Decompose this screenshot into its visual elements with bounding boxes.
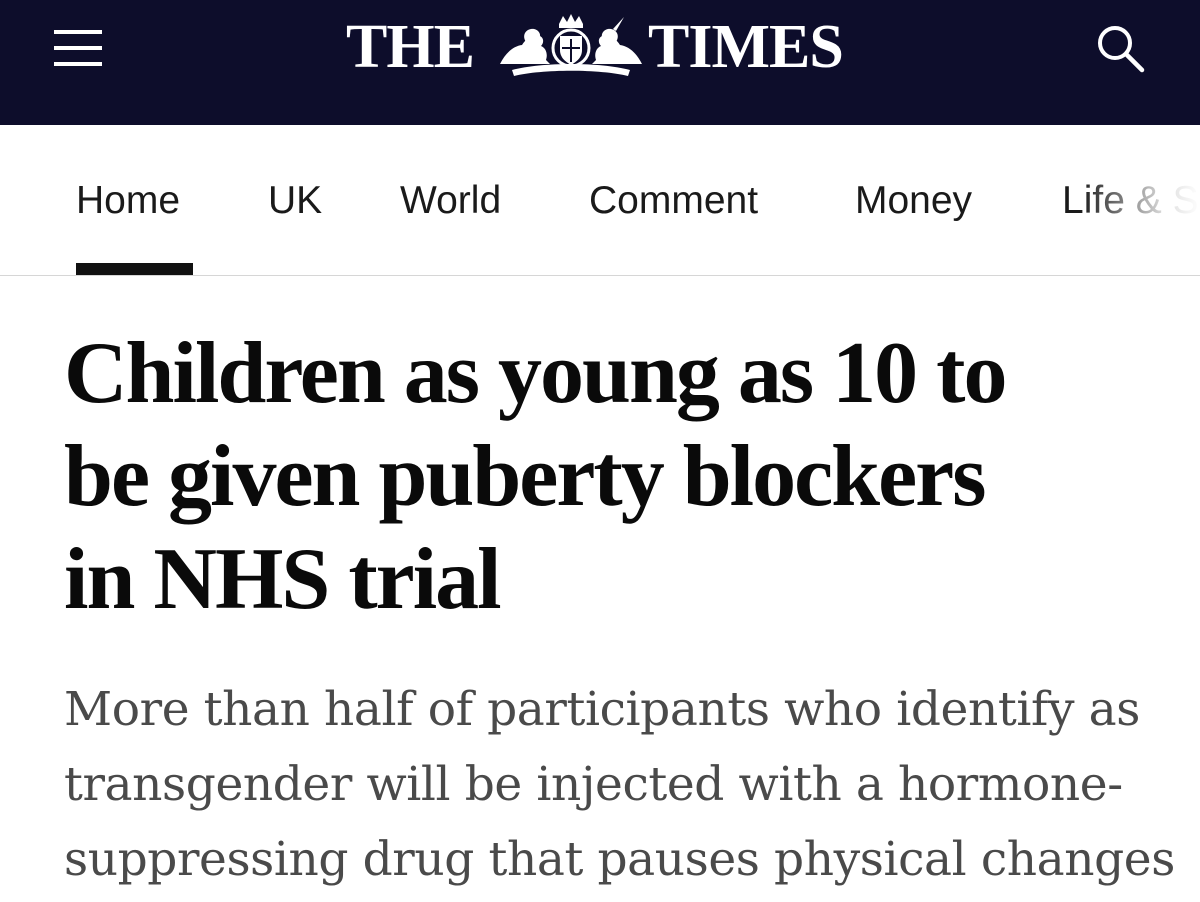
logo-word-times: TIMES [648, 13, 844, 81]
logo-word-the: THE [346, 13, 475, 81]
article-standfirst: More than half of participants who ident… [64, 672, 1184, 897]
section-nav: Home UK World Comment Money Life & S [0, 125, 1200, 276]
standfirst-line: suppressing drug that pauses physical ch… [64, 832, 1175, 887]
search-icon [1098, 26, 1145, 73]
article-page: THE TIMES Home UK World Comment Money Li… [0, 0, 1200, 902]
nav-item-comment[interactable]: Comment [589, 177, 758, 225]
menu-button[interactable] [40, 20, 116, 76]
active-tab-indicator [76, 263, 193, 275]
the-times-logo[interactable]: THE TIMES [346, 12, 854, 81]
nav-item-home[interactable]: Home [76, 177, 180, 225]
standfirst-line: transgender will be injected with a horm… [64, 757, 1123, 812]
article-headline: Children as young as 10 to be given pube… [64, 322, 1164, 631]
royal-crest-icon [500, 14, 642, 76]
headline-line: Children as young as 10 to [64, 325, 1007, 422]
nav-item-life-and-style[interactable]: Life & S [1062, 177, 1199, 225]
nav-item-money[interactable]: Money [855, 177, 972, 225]
standfirst-line: More than half of participants who ident… [64, 682, 1140, 737]
nav-item-uk[interactable]: UK [268, 177, 322, 225]
nav-item-world[interactable]: World [400, 177, 501, 225]
headline-line: in NHS trial [64, 531, 502, 628]
search-button[interactable] [1088, 16, 1152, 80]
masthead: THE TIMES [0, 0, 1200, 125]
headline-line: be given puberty blockers [64, 428, 986, 525]
